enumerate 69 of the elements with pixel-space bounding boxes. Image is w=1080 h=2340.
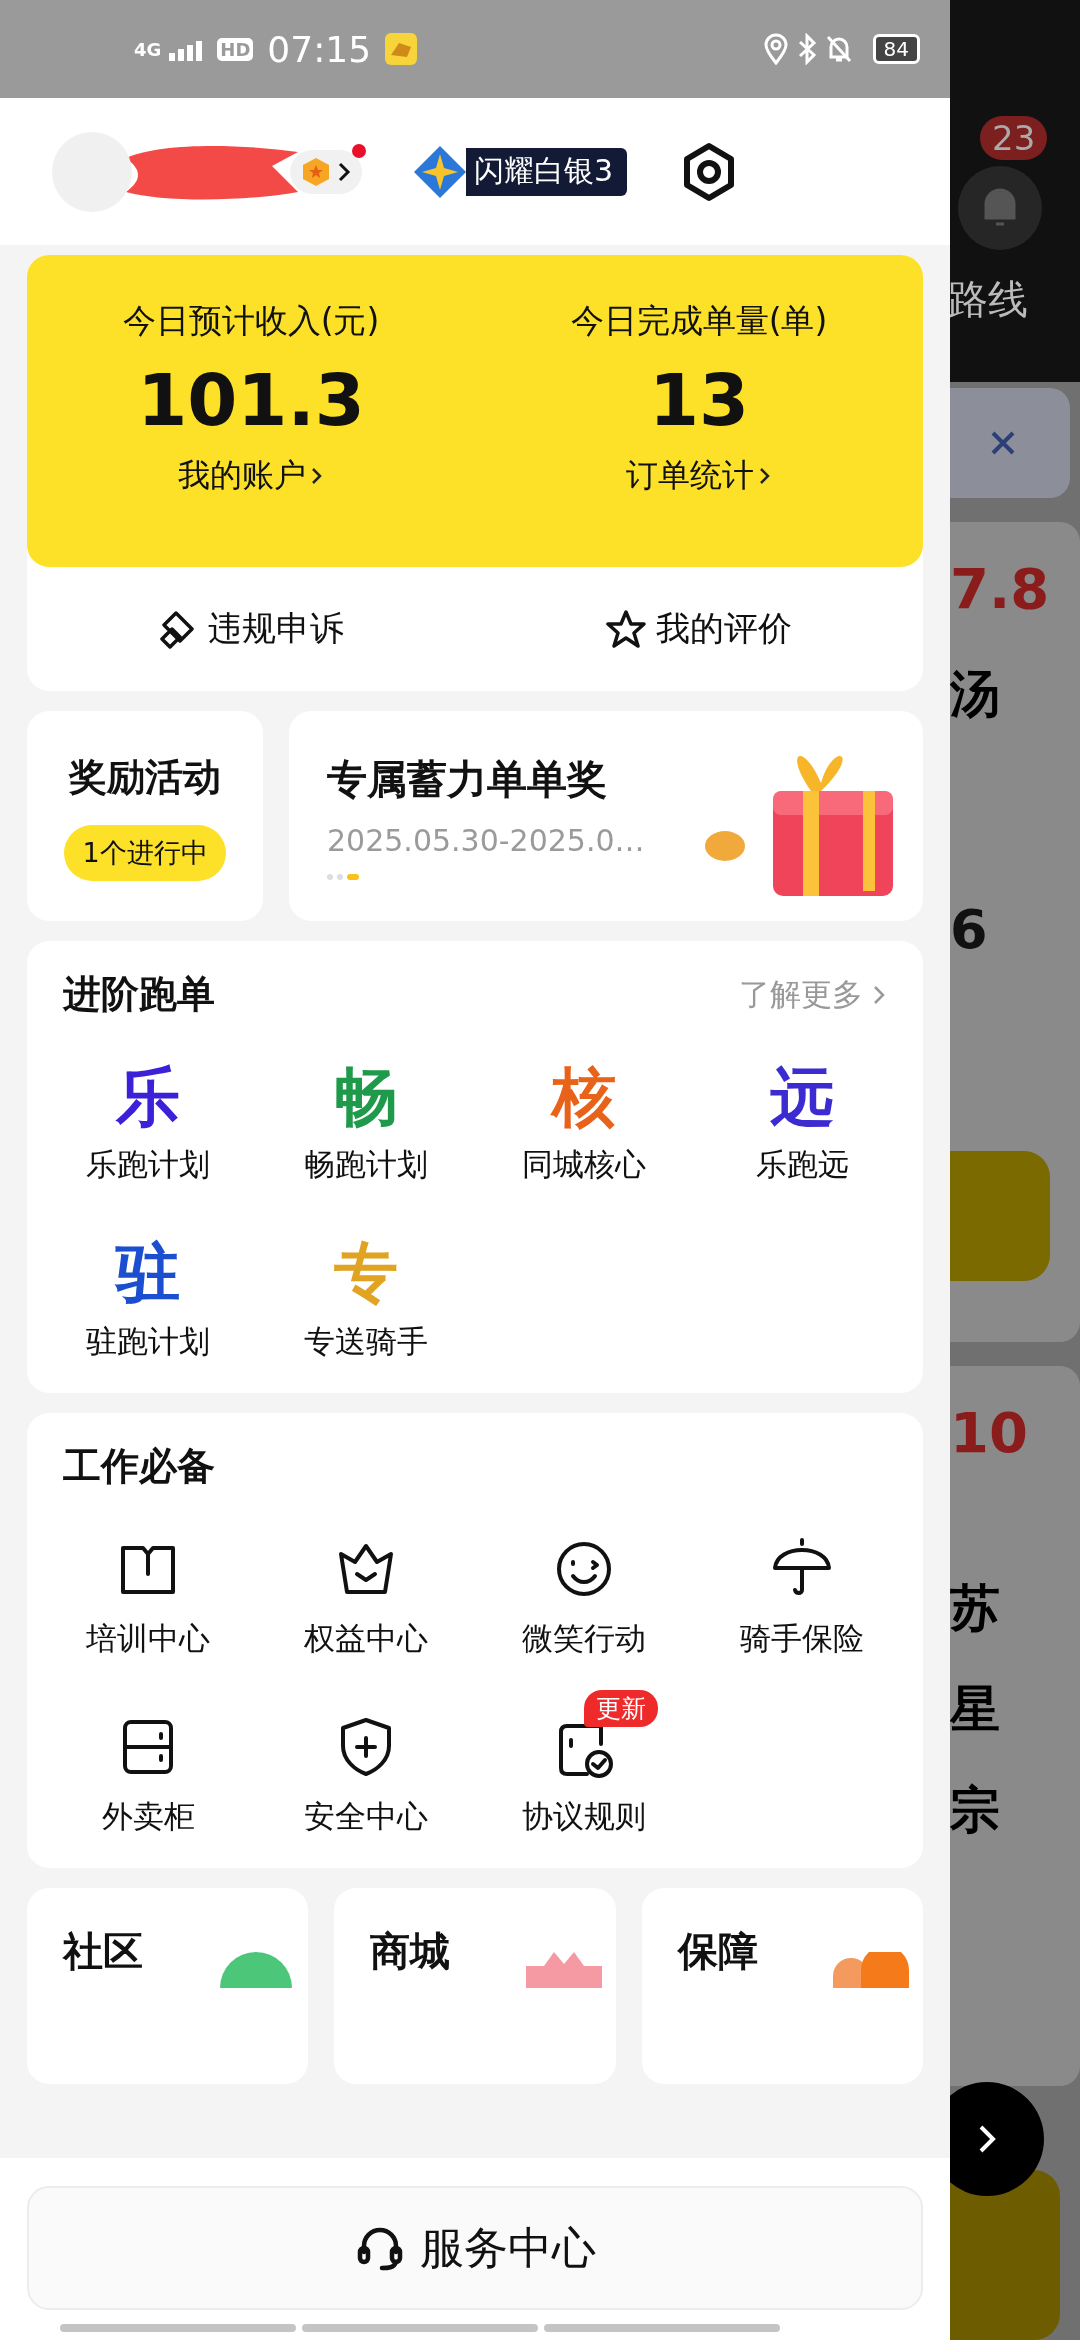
app-notification-icon (385, 33, 418, 65)
program-item[interactable]: 远 乐跑远 (693, 1040, 911, 1187)
program-item[interactable]: 乐 乐跑计划 (39, 1040, 257, 1187)
tool-item[interactable]: 安全中心 (257, 1689, 475, 1838)
bluetooth-icon (796, 33, 817, 65)
bell-icon[interactable] (958, 166, 1042, 250)
order-price: 7.8 (950, 556, 1051, 621)
heart-icon (833, 1951, 909, 1988)
rewards-card[interactable]: 奖励活动 1个进行中 (27, 711, 263, 921)
chat-icon (218, 1951, 295, 1988)
location-icon (762, 33, 789, 65)
program-glyph: 核 (552, 1062, 616, 1133)
quick-link[interactable]: 违规申诉 (27, 567, 475, 691)
close-icon[interactable] (990, 430, 1016, 456)
promo-title: 专属蓄力单单奖 (327, 755, 608, 804)
order-text: 宗 (950, 1780, 1001, 1841)
rewards-title: 奖励活动 (69, 753, 221, 801)
status-time: 07:15 (267, 28, 372, 70)
level-badge[interactable]: 闪耀白银3 (466, 147, 628, 196)
update-badge: 更新 (584, 1689, 658, 1727)
active-count-badge: 1个进行中 (64, 824, 226, 881)
stat-value: 101.3 (137, 358, 365, 442)
hd-badge: HD (217, 37, 254, 61)
order-text: 6 (950, 898, 989, 961)
tool-item[interactable]: 骑手保险 (693, 1511, 911, 1660)
card-title: 商城 (370, 1926, 451, 1976)
program-glyph: 乐 (116, 1062, 180, 1133)
service-card[interactable]: 商城 (334, 1887, 616, 2084)
order-text: 苏 (950, 1578, 1001, 1639)
service-center-button[interactable]: 服务中心 (27, 2186, 923, 2310)
bag-icon (525, 1951, 602, 1988)
mute-icon (824, 33, 853, 65)
stat-label: 今日预计收入(元) (122, 300, 380, 342)
program-glyph: 远 (770, 1062, 834, 1133)
tool-item[interactable]: 微笑行动 (475, 1511, 693, 1660)
program-glyph: 畅 (334, 1062, 398, 1133)
section-title: 工作必备 (63, 1442, 215, 1490)
service-card[interactable]: 社区 (27, 1887, 309, 2084)
program-glyph: 驻 (116, 1238, 180, 1309)
tool-item[interactable]: 外卖柜 (39, 1689, 257, 1838)
program-glyph: 专 (334, 1238, 398, 1309)
stat-value: 13 (648, 358, 750, 442)
quick-link[interactable]: 我的评价 (475, 567, 923, 691)
medal-button[interactable] (290, 149, 362, 194)
promo-banner[interactable]: 专属蓄力单单奖 2025.05.30-2025.0… (289, 711, 923, 921)
network-type: 4G (134, 38, 162, 60)
star-icon (606, 609, 646, 649)
program-item[interactable]: 驻 驻跑计划 (39, 1216, 257, 1363)
tool-item[interactable]: 权益中心 (257, 1511, 475, 1660)
card-title: 社区 (63, 1926, 143, 1976)
stat-link[interactable]: 我的账户 (178, 454, 324, 498)
program-item[interactable]: 畅 畅跑计划 (257, 1040, 475, 1187)
section-title: 进阶跑单 (63, 971, 215, 1018)
stat-link[interactable]: 订单统计 (626, 454, 772, 498)
diamond-star-icon (412, 143, 468, 200)
program-item[interactable]: 核 同城核心 (475, 1040, 693, 1187)
order-price: 10 (950, 1400, 1029, 1465)
order-text: 汤 (950, 664, 1001, 725)
service-card[interactable]: 保障 (641, 1887, 923, 2084)
tool-item[interactable]: 培训中心 (39, 1511, 257, 1660)
tool-item[interactable]: 更新 协议规则 (475, 1689, 693, 1838)
program-item[interactable]: 专 专送骑手 (257, 1216, 475, 1363)
promo-dates: 2025.05.30-2025.0… (327, 823, 646, 858)
stat-label: 今日完成单量(单) (570, 300, 828, 342)
order-text: 星 (950, 1679, 1001, 1740)
medal-icon (300, 155, 332, 188)
battery-indicator: 84 (872, 34, 920, 64)
card-title: 保障 (677, 1926, 758, 1976)
notification-count: 23 (980, 116, 1048, 160)
